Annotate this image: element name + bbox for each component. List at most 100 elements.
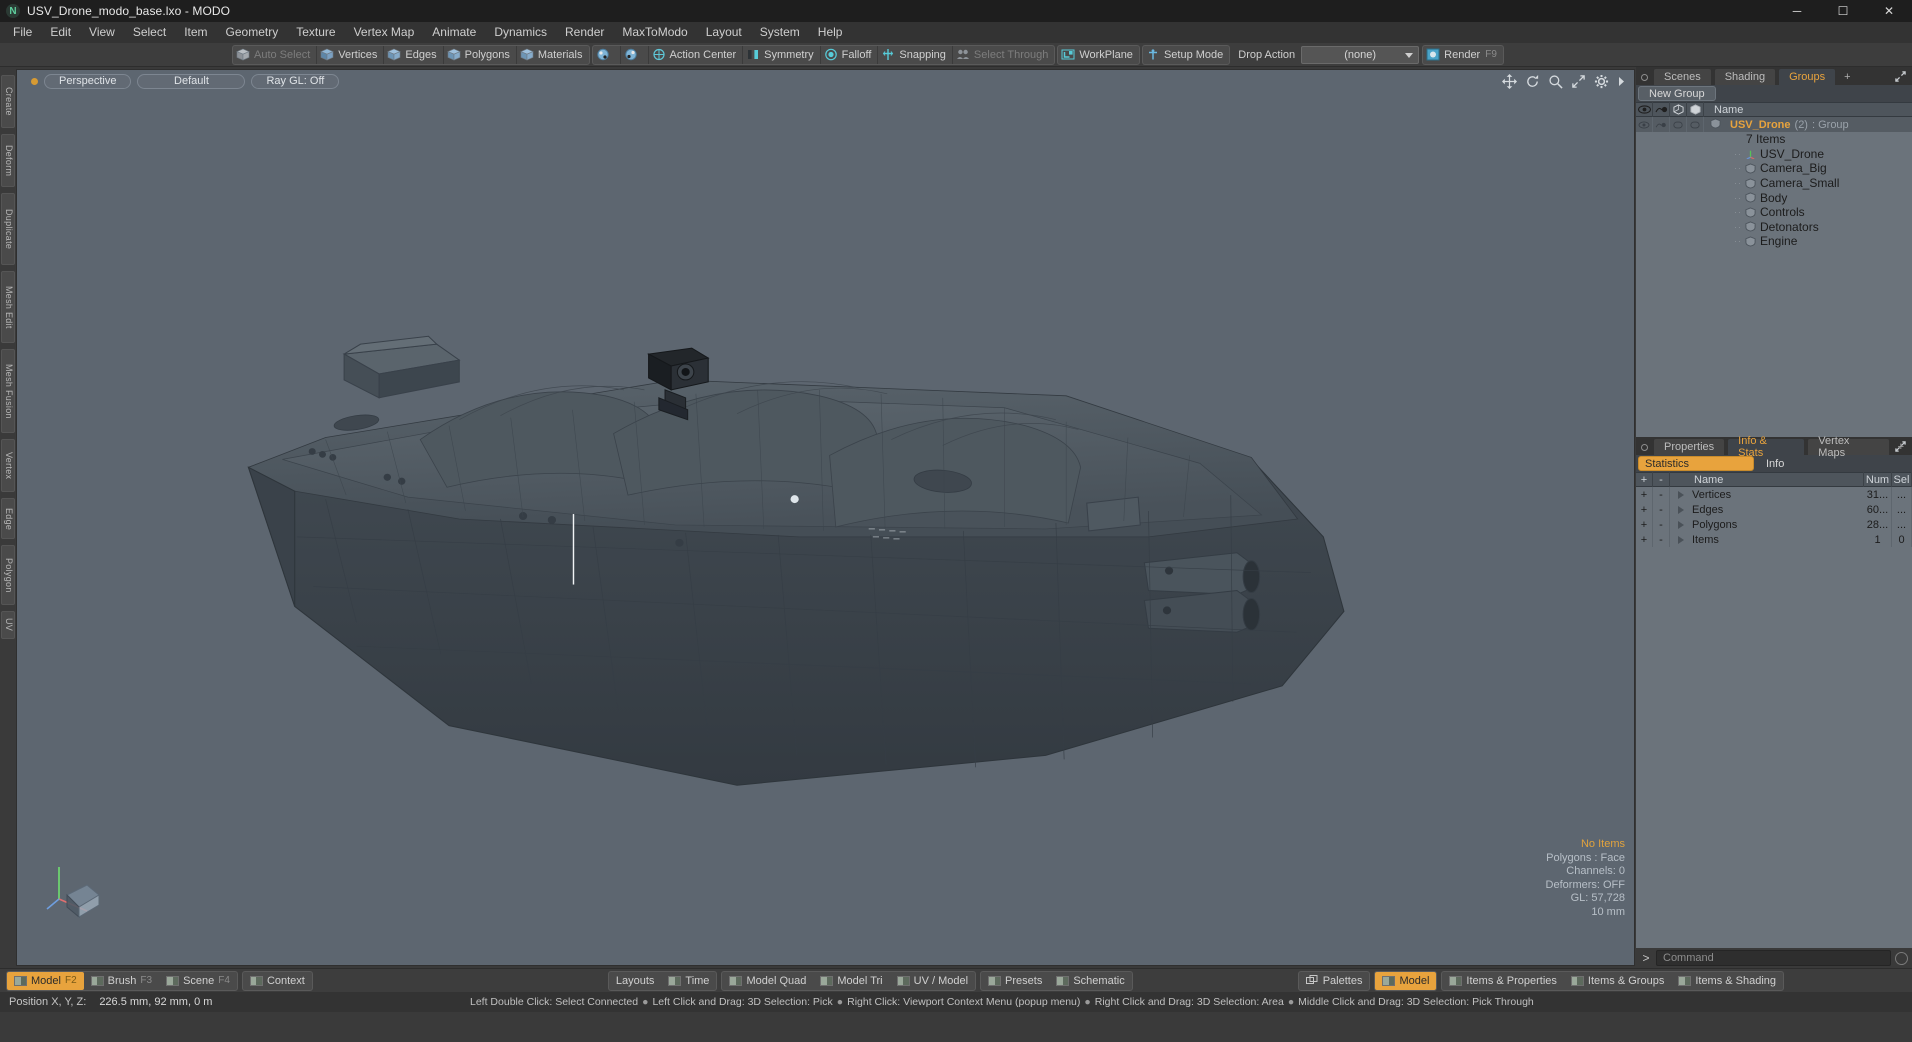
stats-row[interactable]: + - Vertices 31......	[1636, 487, 1912, 502]
subtab-info[interactable]: Info	[1754, 458, 1784, 470]
command-history-icon[interactable]	[1895, 951, 1908, 965]
presets-button[interactable]: Presets	[981, 972, 1049, 990]
model-button[interactable]: Model F2	[7, 971, 84, 990]
stats-row[interactable]: + - Polygons 28......	[1636, 517, 1912, 532]
model-quad-button[interactable]: Model Quad	[722, 972, 813, 990]
viewport-3d[interactable]: Perspective Default Ray GL: Off No Items…	[16, 69, 1635, 966]
left-tab-mesh-edit[interactable]: Mesh Edit	[1, 271, 15, 343]
materials-button[interactable]: Materials	[515, 45, 589, 64]
stats-expand-button[interactable]: +	[1636, 517, 1653, 532]
groups-tree[interactable]: USV_Drone (2) : Group 7 Items ·· USV_Drone ·…	[1636, 117, 1912, 437]
tab-vertex-maps[interactable]: Vertex Maps	[1807, 435, 1890, 459]
disclosure-triangle-icon[interactable]	[1678, 535, 1684, 544]
menu-item-layout[interactable]: Layout	[697, 22, 751, 43]
left-tab-deform[interactable]: Deform	[1, 134, 15, 188]
tab--[interactable]: +	[1838, 68, 1856, 85]
tab-properties[interactable]: Properties	[1653, 438, 1726, 455]
expand-icon[interactable]	[1895, 71, 1906, 82]
palettes-button[interactable]: Palettes	[1299, 972, 1370, 990]
menu-item-vertex-map[interactable]: Vertex Map	[345, 22, 424, 43]
tree-item-row[interactable]: ·· USV_Drone	[1636, 147, 1912, 162]
vertices-button[interactable]: Vertices	[316, 45, 383, 64]
falloff-button[interactable]: Falloff	[819, 45, 878, 64]
tab-info-stats[interactable]: Info & Stats	[1727, 435, 1806, 459]
disclosure-triangle-icon[interactable]	[1678, 490, 1684, 499]
action-center-button[interactable]: Action Center	[647, 45, 743, 64]
statistics-table-body[interactable]: + - Vertices 31...... + - Edges 60...... + - Polyg…	[1636, 487, 1912, 948]
stats-expand-button[interactable]: +	[1636, 532, 1653, 547]
shade-a-icon[interactable]	[1670, 102, 1687, 117]
schematic-button[interactable]: Schematic	[1049, 972, 1131, 990]
menu-item-animate[interactable]: Animate	[423, 22, 485, 43]
menu-item-render[interactable]: Render	[556, 22, 613, 43]
workplane-button[interactable]: WorkPlane	[1058, 46, 1139, 64]
stats-collapse-button[interactable]: -	[1653, 502, 1670, 517]
scene-button[interactable]: Scene F4	[159, 972, 237, 990]
pick-tool-a-button[interactable]	[593, 46, 620, 64]
drop-action-select[interactable]: (none)	[1301, 45, 1420, 64]
layouts-button[interactable]: Layouts	[609, 972, 662, 990]
eye-icon[interactable]	[1636, 117, 1653, 132]
pick-tool-b-button[interactable]	[619, 45, 648, 64]
polygons-button[interactable]: Polygons	[442, 45, 516, 64]
disclosure-triangle-icon[interactable]	[1678, 520, 1684, 529]
menu-item-help[interactable]: Help	[809, 22, 852, 43]
stats-collapse-button[interactable]: -	[1653, 517, 1670, 532]
tree-item-row[interactable]: ·· Body	[1636, 190, 1912, 205]
maximize-button[interactable]: ☐	[1820, 0, 1866, 22]
setup-mode-button[interactable]: Setup Mode	[1143, 46, 1229, 64]
eye-icon[interactable]	[1636, 102, 1653, 117]
stats-expand-button[interactable]: +	[1636, 502, 1653, 517]
stats-row[interactable]: + - Edges 60......	[1636, 502, 1912, 517]
tree-item-row[interactable]: ·· Camera_Big	[1636, 161, 1912, 176]
tree-item-row[interactable]: ·· Controls	[1636, 205, 1912, 220]
tree-item-row[interactable]: ·· Detonators	[1636, 220, 1912, 235]
menu-item-file[interactable]: File	[4, 22, 41, 43]
panel-menu-dot-icon[interactable]	[1641, 444, 1648, 451]
left-tab-edge[interactable]: Edge	[1, 498, 15, 540]
stats-expand-button[interactable]: +	[1636, 487, 1653, 502]
menu-item-select[interactable]: Select	[124, 22, 175, 43]
items-shading-button[interactable]: Items & Shading	[1671, 972, 1783, 990]
items-groups-button[interactable]: Items & Groups	[1564, 972, 1671, 990]
uv-model-button[interactable]: UV / Model	[890, 972, 975, 990]
panel-menu-dot-icon[interactable]	[1641, 74, 1648, 81]
context-button[interactable]: Context	[243, 972, 312, 990]
command-input[interactable]: Command	[1656, 950, 1891, 966]
menu-item-view[interactable]: View	[80, 22, 124, 43]
time-button[interactable]: Time	[661, 972, 716, 990]
menu-item-texture[interactable]: Texture	[287, 22, 344, 43]
brush-button[interactable]: Brush F3	[84, 972, 159, 990]
minimize-button[interactable]: ─	[1774, 0, 1820, 22]
render-visibility-icon[interactable]	[1653, 117, 1670, 132]
items-properties-button[interactable]: Items & Properties	[1442, 972, 1563, 990]
menu-item-maxtomodo[interactable]: MaxToModo	[613, 22, 696, 43]
subtab-statistics[interactable]: Statistics	[1638, 456, 1754, 471]
disclosure-triangle-icon[interactable]	[1678, 505, 1684, 514]
group-row[interactable]: USV_Drone (2) : Group	[1636, 117, 1912, 132]
shade-b-icon[interactable]	[1687, 117, 1704, 132]
menu-item-dynamics[interactable]: Dynamics	[485, 22, 556, 43]
left-tab-polygon[interactable]: Polygon	[1, 545, 15, 605]
tab-scenes[interactable]: Scenes	[1653, 68, 1712, 85]
menu-item-geometry[interactable]: Geometry	[217, 22, 288, 43]
tab-groups[interactable]: Groups	[1778, 68, 1837, 85]
edges-button[interactable]: Edges	[383, 45, 442, 64]
new-group-button[interactable]: New Group	[1638, 86, 1716, 101]
select-through-button[interactable]: Select Through	[951, 45, 1054, 64]
tab-shading[interactable]: Shading	[1713, 68, 1777, 85]
left-tab-vertex[interactable]: Vertex	[1, 439, 15, 493]
tree-item-row[interactable]: ·· Engine	[1636, 234, 1912, 249]
shade-a-icon[interactable]	[1670, 117, 1687, 132]
snapping-button[interactable]: Snapping	[877, 45, 952, 64]
symmetry-button[interactable]: Symmetry	[742, 45, 820, 64]
model-tri-button[interactable]: Model Tri	[813, 972, 889, 990]
render-button[interactable]: Render F9	[1423, 46, 1503, 64]
shade-b-icon[interactable]	[1687, 102, 1704, 117]
menu-item-system[interactable]: System	[751, 22, 809, 43]
expand-icon[interactable]	[1895, 441, 1906, 452]
left-tab-uv[interactable]: UV	[1, 610, 15, 639]
stats-row[interactable]: + - Items 1 0	[1636, 532, 1912, 547]
menu-item-item[interactable]: Item	[175, 22, 216, 43]
stats-collapse-button[interactable]: -	[1653, 532, 1670, 547]
